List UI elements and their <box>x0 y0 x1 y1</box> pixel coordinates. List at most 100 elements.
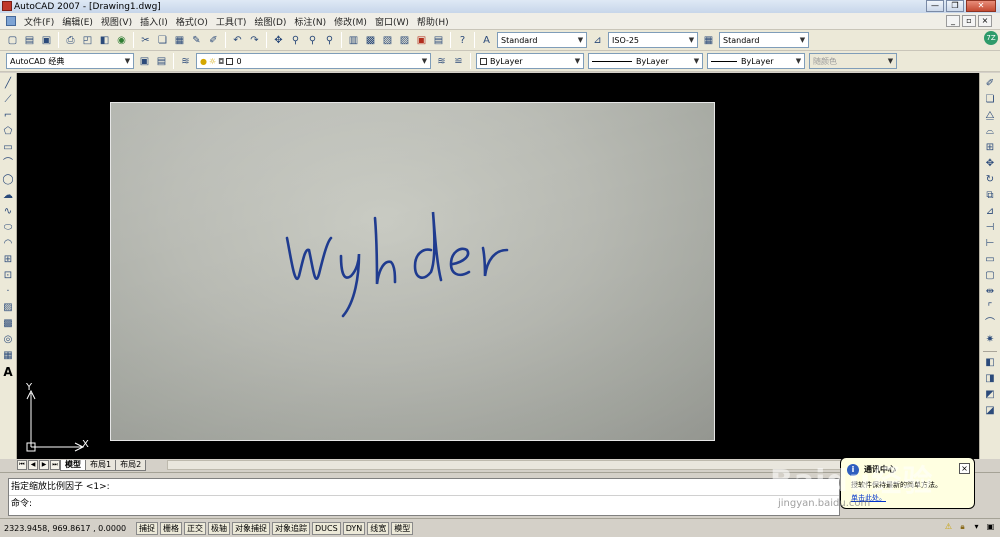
last-tab-icon[interactable]: ⏭ <box>50 460 60 470</box>
revcloud-icon[interactable]: ☁ <box>1 188 15 204</box>
chamfer-icon[interactable]: ⌜ <box>983 300 997 316</box>
menu-modify[interactable]: 修改(M) <box>330 15 371 28</box>
pan-icon[interactable]: ✥ <box>271 33 286 48</box>
publish-icon[interactable]: ◧ <box>97 33 112 48</box>
command-prompt[interactable]: 命令: <box>9 495 839 511</box>
warning-icon[interactable]: ⚠ <box>943 521 954 532</box>
menu-draw[interactable]: 绘图(D) <box>250 15 290 28</box>
join-icon[interactable]: ⇹ <box>983 284 997 300</box>
menu-format[interactable]: 格式(O) <box>172 15 212 28</box>
raster-image[interactable] <box>110 102 715 441</box>
dyn-toggle[interactable]: DYN <box>342 521 366 535</box>
menu-insert[interactable]: 插入(I) <box>136 15 172 28</box>
workspace-settings-icon[interactable]: ▣ <box>137 54 152 69</box>
lock-icon[interactable]: 🔒︎ <box>957 521 968 532</box>
rotate-icon[interactable]: ↻ <box>983 172 997 188</box>
properties-icon[interactable]: ▥ <box>346 33 361 48</box>
spline-icon[interactable]: ∿ <box>1 204 15 220</box>
new-icon[interactable]: ▢ <box>5 33 20 48</box>
copy-object-icon[interactable]: ❏ <box>983 92 997 108</box>
polygon-icon[interactable]: ⬠ <box>1 124 15 140</box>
snap-toggle[interactable]: 捕捉 <box>136 521 158 535</box>
line-icon[interactable]: ╱ <box>1 76 15 92</box>
tab-layout1[interactable]: 布局1 <box>85 459 117 471</box>
command-history[interactable]: 指定缩放比例因子 <1>: 命令: <box>8 478 840 516</box>
doc-close-button[interactable]: × <box>978 15 992 27</box>
polar-toggle[interactable]: 极轴 <box>208 521 230 535</box>
next-tab-icon[interactable]: ▶ <box>39 460 49 470</box>
color-select[interactable]: ByLayer ▼ <box>476 53 584 69</box>
cut-icon[interactable]: ✂ <box>138 33 153 48</box>
workspace-save-icon[interactable]: ▤ <box>154 54 169 69</box>
table-style-select[interactable]: Standard ▼ <box>719 32 809 48</box>
ortho-toggle[interactable]: 正交 <box>184 521 206 535</box>
3d-dwf-icon[interactable]: ◉ <box>114 33 129 48</box>
menu-tools[interactable]: 工具(T) <box>212 15 251 28</box>
dim-style-icon[interactable]: ⊿ <box>590 33 605 48</box>
fillet-icon[interactable]: ⌒ <box>983 316 997 332</box>
text-style-icon[interactable]: A <box>479 33 494 48</box>
dim-style-select[interactable]: ISO-25 ▼ <box>608 32 698 48</box>
document-icon[interactable] <box>6 16 16 26</box>
zoom-window-icon[interactable]: ⚲ <box>305 33 320 48</box>
draworder-back-icon[interactable]: ◨ <box>983 371 997 387</box>
close-button[interactable]: ✕ <box>966 0 996 12</box>
restore-button[interactable]: ❐ <box>946 0 964 12</box>
layer-previous-icon[interactable]: ≌ <box>451 54 466 69</box>
menu-window[interactable]: 窗口(W) <box>371 15 413 28</box>
open-icon[interactable]: ▤ <box>22 33 37 48</box>
menu-dimension[interactable]: 标注(N) <box>290 15 330 28</box>
menu-edit[interactable]: 编辑(E) <box>58 15 97 28</box>
design-center-icon[interactable]: ▩ <box>363 33 378 48</box>
zoom-previous-icon[interactable]: ⚲ <box>322 33 337 48</box>
doc-minimize-button[interactable]: _ <box>946 15 960 27</box>
lineweight-select[interactable]: ByLayer ▼ <box>707 53 805 69</box>
sheet-set-icon[interactable]: ▨ <box>397 33 412 48</box>
zoom-realtime-icon[interactable]: ⚲ <box>288 33 303 48</box>
otrack-toggle[interactable]: 对象追踪 <box>272 521 310 535</box>
user-avatar-icon[interactable]: 7Z <box>984 31 998 45</box>
close-icon[interactable]: × <box>959 463 970 474</box>
make-block-icon[interactable]: ⊡ <box>1 268 15 284</box>
construction-line-icon[interactable]: ⟋ <box>1 92 15 108</box>
hatch-icon[interactable]: ▨ <box>1 300 15 316</box>
grid-toggle[interactable]: 栅格 <box>160 521 182 535</box>
minimize-button[interactable]: — <box>926 0 944 12</box>
match-properties-icon[interactable]: ✎ <box>189 33 204 48</box>
region-icon[interactable]: ◎ <box>1 332 15 348</box>
drawing-area[interactable]: Y X <box>17 73 979 459</box>
circle-icon[interactable]: ◯ <box>1 172 15 188</box>
notification-balloon[interactable]: i 通讯中心 × 授软件保持最新的简单方法。 单击此处。 <box>840 457 975 509</box>
ellipse-arc-icon[interactable]: ◠ <box>1 236 15 252</box>
break-icon[interactable]: ▢ <box>983 268 997 284</box>
paste-icon[interactable]: ▦ <box>172 33 187 48</box>
menu-help[interactable]: 帮助(H) <box>413 15 453 28</box>
plot-icon[interactable]: ⎙ <box>63 33 78 48</box>
save-icon[interactable]: ▣ <box>39 33 54 48</box>
rectangle-icon[interactable]: ▭ <box>1 140 15 156</box>
erase-icon[interactable]: ✐ <box>983 76 997 92</box>
markup-icon[interactable]: ▣ <box>414 33 429 48</box>
lineweight-toggle[interactable]: 线宽 <box>367 521 390 535</box>
multiline-text-icon[interactable]: A <box>1 364 15 380</box>
point-icon[interactable]: · <box>1 284 15 300</box>
polyline-icon[interactable]: ⌐ <box>1 108 15 124</box>
arc-icon[interactable]: ⌒ <box>1 156 15 172</box>
block-editor-icon[interactable]: ✐ <box>206 33 221 48</box>
offset-icon[interactable]: ⌓ <box>983 124 997 140</box>
chevron-down-icon[interactable]: ▾ <box>971 521 982 532</box>
stretch-icon[interactable]: ⊿ <box>983 204 997 220</box>
workspace-select[interactable]: AutoCAD 经典 ▼ <box>6 53 134 69</box>
layer-properties-icon[interactable]: ≋ <box>178 54 193 69</box>
draworder-above-icon[interactable]: ◩ <box>983 387 997 403</box>
copy-icon[interactable]: ❏ <box>155 33 170 48</box>
redo-icon[interactable]: ↷ <box>247 33 262 48</box>
model-toggle[interactable]: 模型 <box>391 521 414 535</box>
scale-icon[interactable]: ⧉ <box>983 188 997 204</box>
insert-block-icon[interactable]: ⊞ <box>1 252 15 268</box>
make-current-layer-icon[interactable]: ≋ <box>434 54 449 69</box>
draworder-under-icon[interactable]: ◪ <box>983 403 997 419</box>
table-icon[interactable]: ▦ <box>1 348 15 364</box>
tab-layout2[interactable]: 布局2 <box>115 459 147 471</box>
osnap-toggle[interactable]: 对象捕捉 <box>232 521 270 535</box>
